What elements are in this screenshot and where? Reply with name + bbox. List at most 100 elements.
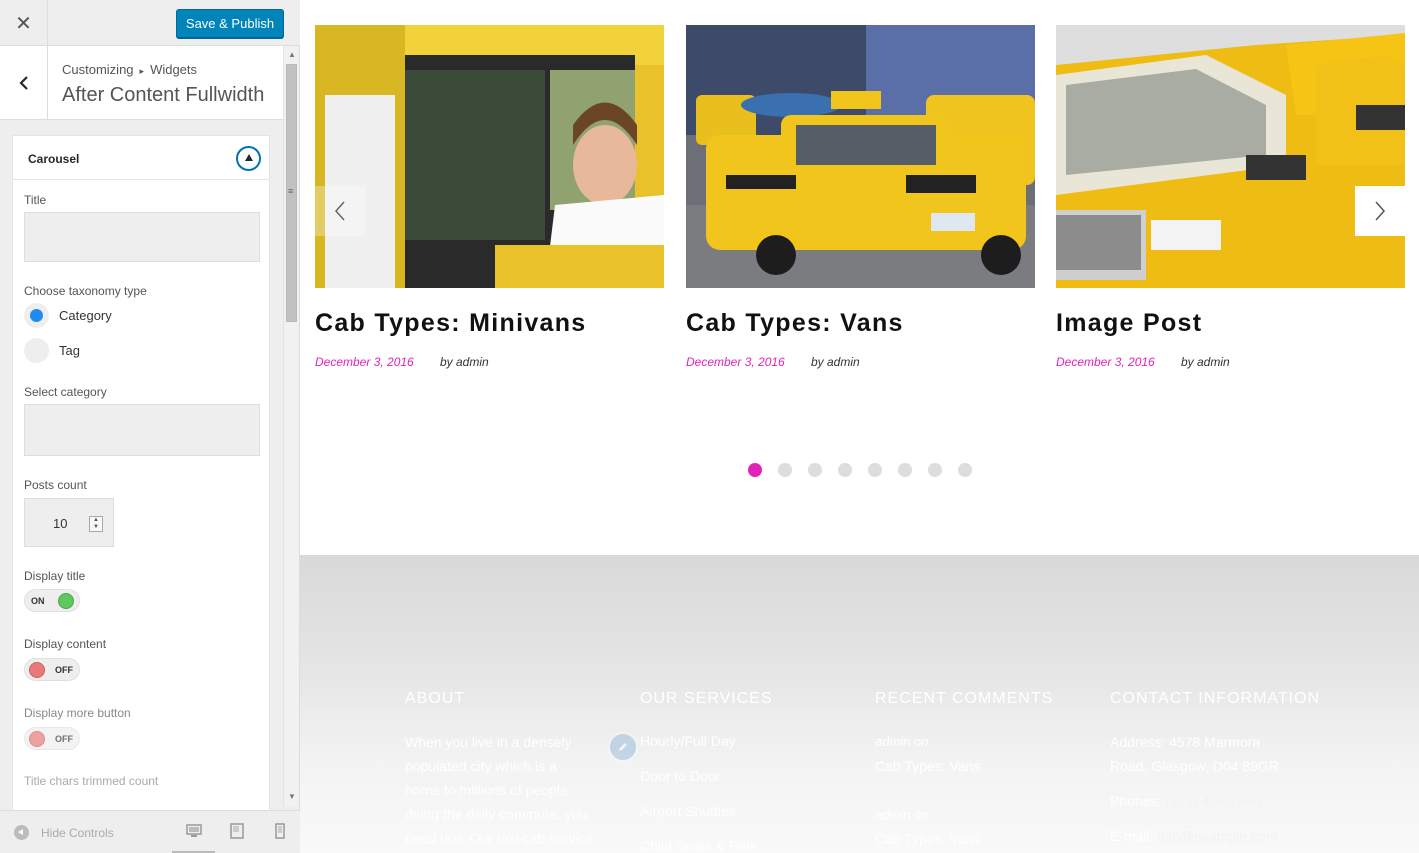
radio-tag-label: Tag bbox=[59, 343, 80, 358]
service-link[interactable]: Airport Shuttles bbox=[640, 794, 860, 829]
address-line: Road, Glasgow, D04 89GR bbox=[1110, 758, 1279, 774]
carousel-dot[interactable] bbox=[868, 463, 882, 477]
desktop-icon[interactable] bbox=[186, 823, 202, 839]
pencil-icon bbox=[619, 743, 627, 751]
posts-count-field[interactable]: 10 ▲ ▼ bbox=[24, 498, 114, 547]
post-author[interactable]: by admin bbox=[1181, 355, 1230, 369]
widget-header[interactable]: Carousel bbox=[13, 136, 269, 180]
footer-about: ABOUT When you live in a densely populat… bbox=[405, 690, 625, 850]
toggle-knob bbox=[29, 662, 45, 678]
comment-link[interactable]: Cab Types: Vans bbox=[875, 827, 1095, 851]
post-date[interactable]: December 3, 2016 bbox=[1056, 355, 1155, 369]
edit-shortcut-button[interactable] bbox=[608, 732, 638, 762]
radio-category[interactable] bbox=[24, 303, 49, 328]
breadcrumb-parent: Customizing bbox=[62, 62, 134, 77]
about-line: home to millions of people bbox=[405, 782, 568, 798]
close-customizer-button[interactable]: ✕ bbox=[0, 0, 48, 46]
scroll-down-icon[interactable]: ▼ bbox=[288, 792, 296, 801]
site-footer: ABOUT When you live in a densely populat… bbox=[300, 555, 1419, 853]
toggle-state: ON bbox=[31, 596, 45, 606]
email-value[interactable]: info@example.com bbox=[1157, 828, 1277, 844]
about-line: doing the daily commute, you bbox=[405, 806, 588, 822]
customizer-topbar: ✕ Save & Publish bbox=[0, 0, 300, 46]
hide-controls-label: Hide Controls bbox=[41, 825, 114, 840]
comment-meta: admin on bbox=[875, 734, 929, 749]
quantity-stepper[interactable]: ▲ ▼ bbox=[89, 516, 103, 532]
chevron-right-icon bbox=[1375, 201, 1386, 221]
footer-heading: CONTACT INFORMATION bbox=[1110, 690, 1321, 707]
posts-count-label: Posts count bbox=[24, 478, 87, 492]
hide-controls-button[interactable]: Hide Controls bbox=[14, 825, 114, 840]
title-chars-label: Title chars trimmed count bbox=[24, 774, 159, 788]
carousel-dot[interactable] bbox=[928, 463, 942, 477]
chevron-left-icon bbox=[18, 76, 28, 90]
widget-title: Carousel bbox=[28, 152, 80, 166]
footer-comments: RECENT COMMENTS admin on Cab Types: Vans… bbox=[875, 690, 1095, 853]
comment-link[interactable]: Cab Types: Vans bbox=[875, 754, 1095, 778]
contact-address: Address: 4578 Marmora Road, Glasgow, D04… bbox=[1110, 730, 1330, 778]
carousel-card[interactable]: Cab Types: Vans December 3, 2016 by admi… bbox=[686, 25, 1035, 369]
about-line: When you live in a densely bbox=[405, 734, 572, 750]
carousel-dot[interactable] bbox=[778, 463, 792, 477]
post-thumbnail[interactable] bbox=[315, 25, 664, 288]
carousel-next-button[interactable] bbox=[1355, 186, 1405, 236]
about-line: need taxi. Our taxi cab service bbox=[405, 830, 594, 846]
carousel-card[interactable]: Cab Types: Minivans December 3, 2016 by … bbox=[315, 25, 664, 369]
close-icon: ✕ bbox=[15, 12, 32, 35]
tablet-icon[interactable] bbox=[229, 823, 245, 839]
carousel-prev-button[interactable] bbox=[315, 186, 365, 236]
carousel-card[interactable]: Image Post December 3, 2016 by admin bbox=[1056, 25, 1405, 369]
collapse-arrow-icon[interactable] bbox=[236, 146, 261, 171]
collapse-sidebar-icon bbox=[14, 825, 29, 840]
scroll-up-icon[interactable]: ▲ bbox=[288, 50, 296, 59]
display-title-label: Display title bbox=[24, 569, 86, 583]
contact-phones: Phones: (123) 456-7890 bbox=[1110, 789, 1330, 813]
display-more-toggle[interactable]: OFF bbox=[24, 727, 80, 750]
title-label: Title bbox=[24, 193, 47, 207]
footer-contact: CONTACT INFORMATION Address: 4578 Marmor… bbox=[1110, 690, 1330, 848]
post-author[interactable]: by admin bbox=[811, 355, 860, 369]
post-thumbnail[interactable] bbox=[686, 25, 1035, 288]
mobile-icon[interactable] bbox=[272, 823, 288, 839]
service-link[interactable]: Hourly/Full Day bbox=[640, 724, 860, 759]
email-label: E-mail: bbox=[1110, 828, 1154, 844]
footer-heading: OUR SERVICES bbox=[640, 690, 773, 707]
display-content-label: Display content bbox=[24, 637, 107, 651]
about-text: When you live in a densely populated cit… bbox=[405, 730, 625, 850]
carousel-dot[interactable] bbox=[898, 463, 912, 477]
resize-grip-icon[interactable]: ≡ bbox=[288, 186, 293, 196]
breadcrumb: Customizing ▸ Widgets bbox=[62, 62, 197, 77]
chevron-left-icon bbox=[334, 201, 345, 221]
post-thumbnail[interactable] bbox=[1056, 25, 1405, 288]
service-link[interactable]: Door to Door bbox=[640, 759, 860, 794]
post-title[interactable]: Cab Types: Vans bbox=[686, 309, 904, 338]
carousel-dot[interactable] bbox=[808, 463, 822, 477]
title-input[interactable] bbox=[24, 212, 260, 262]
display-content-toggle[interactable]: OFF bbox=[24, 658, 80, 681]
about-line: populated city which is a bbox=[405, 758, 557, 774]
carousel-dot[interactable] bbox=[748, 463, 762, 477]
sidebar-scrollbar[interactable]: ▲ ▼ bbox=[283, 46, 299, 806]
post-title[interactable]: Image Post bbox=[1056, 309, 1202, 338]
carousel-dot[interactable] bbox=[838, 463, 852, 477]
post-author[interactable]: by admin bbox=[440, 355, 489, 369]
customizer-sidebar: ✕ Save & Publish Customizing ▸ Widgets Aft… bbox=[0, 0, 300, 853]
category-label: Select category bbox=[24, 385, 107, 399]
section-header: Customizing ▸ Widgets After Content Fullwi… bbox=[0, 46, 284, 120]
back-button[interactable] bbox=[0, 46, 48, 120]
customizer-app: ✕ Save & Publish Customizing ▸ Widgets Aft… bbox=[0, 0, 1419, 853]
phones-value[interactable]: (123) 456-7890 bbox=[1165, 793, 1261, 809]
carousel-dot[interactable] bbox=[958, 463, 972, 477]
display-title-toggle[interactable]: ON bbox=[24, 589, 80, 612]
carousel-widget: Carousel Title Choose taxonomy type Cate… bbox=[12, 135, 270, 815]
post-date[interactable]: December 3, 2016 bbox=[315, 355, 414, 369]
radio-category-label: Category bbox=[59, 308, 112, 323]
post-title[interactable]: Cab Types: Minivans bbox=[315, 309, 587, 338]
category-select[interactable] bbox=[24, 404, 260, 456]
save-publish-button[interactable]: Save & Publish bbox=[176, 9, 284, 38]
footer-heading: ABOUT bbox=[405, 690, 466, 707]
service-link[interactable]: Child Seats & Pets bbox=[640, 829, 860, 853]
post-date[interactable]: December 3, 2016 bbox=[686, 355, 785, 369]
toggle-state: OFF bbox=[55, 734, 73, 744]
radio-tag[interactable] bbox=[24, 338, 49, 363]
